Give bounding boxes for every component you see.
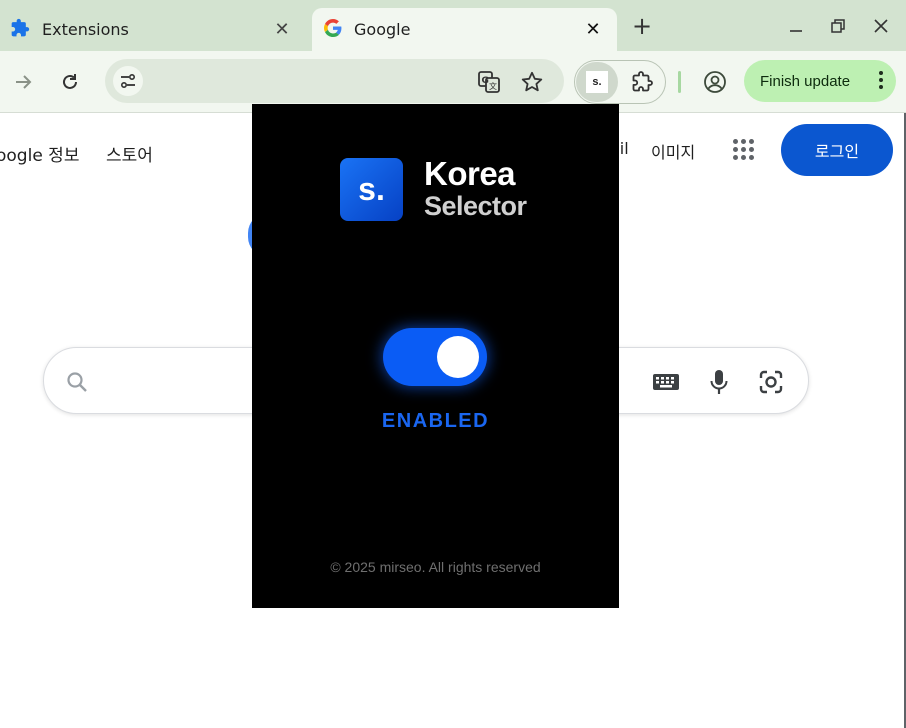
reload-icon[interactable]: [53, 65, 87, 99]
svg-text:文: 文: [489, 81, 497, 91]
extensions-puzzle-icon[interactable]: [630, 70, 654, 98]
google-lens-icon[interactable]: [756, 367, 786, 397]
toolbar-divider: [678, 71, 681, 93]
new-tab-plus-icon[interactable]: +: [628, 12, 656, 40]
login-button[interactable]: 로그인: [781, 124, 893, 176]
brand-subtitle: Selector: [424, 191, 527, 221]
more-options-icon[interactable]: [878, 71, 884, 92]
forward-arrow-icon[interactable]: [6, 65, 40, 99]
copyright-footer: © 2025 mirseo. All rights reserved: [330, 559, 541, 575]
close-tab-icon[interactable]: ✕: [577, 19, 609, 40]
tab-strip: Extensions ✕ Google ✕ +: [0, 0, 906, 51]
korea-selector-popup: s. Korea Selector ENABLED © 2025 mirseo.…: [252, 104, 619, 608]
korea-selector-icon: s.: [586, 71, 608, 93]
nav-store-link[interactable]: 스토어: [106, 141, 153, 166]
profile-icon[interactable]: [698, 65, 732, 99]
extensions-group: s.: [574, 60, 666, 104]
brand-title: Korea: [424, 155, 516, 192]
tab-label: Extensions: [42, 20, 129, 39]
enable-toggle[interactable]: [383, 328, 487, 386]
browser-window: Extensions ✕ Google ✕ + G 文 s. Finish up…: [0, 0, 906, 728]
address-bar[interactable]: G文: [105, 59, 564, 103]
finish-update-button[interactable]: Finish update: [744, 60, 896, 102]
svg-text:G: G: [482, 76, 489, 86]
search-icon: [62, 367, 92, 397]
tab-google[interactable]: Google ✕: [312, 8, 617, 51]
korea-selector-logo-icon: s.: [340, 158, 403, 221]
tab-extensions[interactable]: Extensions ✕: [0, 8, 306, 51]
nav-images-link[interactable]: 이미지: [651, 139, 695, 163]
google-g-icon: [324, 18, 342, 41]
close-tab-icon[interactable]: ✕: [266, 19, 298, 40]
puzzle-icon: [10, 18, 30, 42]
keyboard-icon[interactable]: [651, 367, 681, 397]
translate-icon[interactable]: G文: [477, 70, 501, 98]
korea-selector-extension-button[interactable]: s.: [576, 62, 618, 102]
toggle-knob: [437, 336, 479, 378]
finish-update-label: Finish update: [760, 72, 851, 90]
logo-letter: s.: [358, 171, 385, 207]
site-info-icon[interactable]: [113, 66, 143, 96]
close-window-icon[interactable]: [866, 12, 896, 40]
restore-icon[interactable]: [823, 12, 853, 40]
bookmark-star-icon[interactable]: [520, 70, 544, 98]
google-apps-icon[interactable]: [733, 139, 755, 161]
brand-logo: s. Korea Selector: [340, 155, 540, 222]
status-label: ENABLED: [381, 410, 490, 432]
nav-about-link[interactable]: oogle 정보: [0, 141, 79, 166]
tab-label: Google: [354, 20, 411, 39]
minimize-icon[interactable]: [781, 12, 811, 40]
microphone-icon[interactable]: [704, 367, 734, 397]
